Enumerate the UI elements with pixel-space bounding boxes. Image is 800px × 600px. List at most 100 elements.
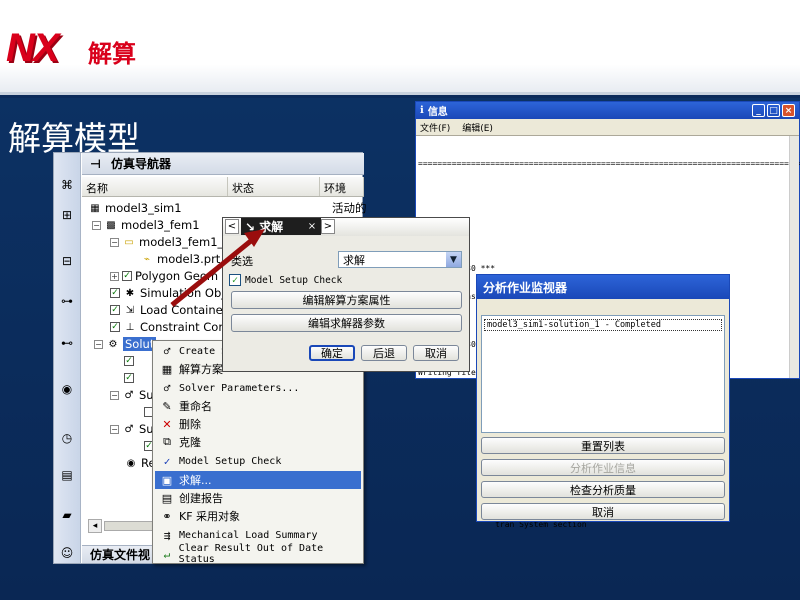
expander-icon[interactable]: − [92, 220, 101, 230]
tree-row-constraint[interactable]: ✓ ⊥ Constraint Cont [110, 319, 230, 335]
menu-edit[interactable]: 编辑(E) [462, 121, 493, 134]
visibility-checkbox[interactable]: ✓ [124, 373, 134, 383]
back-button[interactable]: 后退 [361, 345, 407, 361]
context-menu: ♂ Create Su ▦ 解算方案 ♂ Solver Parameters..… [152, 340, 364, 565]
solve-dialog: < ↘ 求解 × > 类选 求解 ▼ ✓ Model Setup Check 编… [222, 217, 470, 372]
check-icon: ✓ [163, 454, 171, 468]
tree-row-sub1[interactable]: ✓ [124, 353, 137, 369]
tool-icon-tree[interactable]: ⊟ [57, 251, 77, 271]
info-window-title: 信息 [427, 107, 448, 118]
solve-type-select[interactable]: 求解 ▼ [338, 251, 462, 268]
model-setup-checkbox[interactable]: ✓ [229, 274, 241, 286]
tree-label: Simulation Obje [140, 286, 232, 300]
tree-row-load[interactable]: ✓ ⇲ Load Container [110, 302, 227, 318]
cancel-button[interactable]: 取消 [413, 345, 459, 361]
tree-row-su1[interactable]: − ♂ Su [110, 387, 154, 403]
visibility-checkbox[interactable]: ✓ [124, 356, 134, 366]
close-icon[interactable]: × [305, 219, 319, 234]
edit-solver-button[interactable]: 编辑求解器参数 [231, 314, 462, 332]
menu-file[interactable]: 文件(F) [420, 121, 450, 134]
column-name[interactable]: 名称 [82, 177, 228, 196]
tree-row-results[interactable]: ◉ Re [124, 455, 156, 471]
maximize-icon[interactable]: □ [767, 104, 780, 117]
delete-icon: ✕ [162, 417, 172, 431]
expander-icon[interactable]: − [94, 339, 103, 349]
tool-icon-sim[interactable]: ⊷ [57, 333, 77, 353]
palette-icon[interactable]: ▤ [57, 465, 77, 485]
monitor-cancel-button[interactable]: 取消 [481, 503, 725, 520]
minimize-icon[interactable]: _ [752, 104, 765, 117]
solve-type-label: 类选 [231, 255, 253, 268]
tree-row-su2[interactable]: − ♂ Su [110, 421, 154, 437]
check-quality-button[interactable]: 检查分析质量 [481, 481, 725, 498]
menu-item-rename[interactable]: ✎ 重命名 [155, 397, 361, 415]
tree-row-sub2[interactable]: ✓ [124, 370, 137, 386]
tree-row-sim[interactable]: ▦ model3_sim1 活动的 [88, 200, 366, 216]
horizontal-scrollbar[interactable] [104, 521, 154, 531]
edit-solution-button[interactable]: 编辑解算方案属性 [231, 291, 462, 309]
monitor-titlebar[interactable]: 分析作业监视器 [477, 275, 729, 299]
menu-item-load-summary[interactable]: ⇶ Mechanical Load Summary [155, 526, 361, 544]
clear-status-icon: ↵ [163, 547, 171, 561]
pin-icon[interactable]: ⊣ [90, 157, 101, 171]
rename-icon: ✎ [162, 399, 172, 413]
tree-row-fem-i[interactable]: − ▭ model3_fem1_i [110, 234, 226, 250]
ok-button[interactable]: 确定 [309, 345, 355, 361]
menu-item-kf[interactable]: ⚭ KF 采用对象 [155, 507, 361, 525]
solution-icon: ⚙ [108, 338, 118, 350]
info-vertical-scrollbar[interactable] [789, 136, 799, 378]
globe-icon[interactable]: ◉ [57, 379, 77, 399]
menu-item-solver-params[interactable]: ♂ Solver Parameters... [155, 379, 361, 397]
rainbow-icon[interactable]: ▰ [57, 505, 77, 525]
menu-item-solve[interactable]: ▣ 求解... [155, 471, 361, 489]
tool-icon-constraint[interactable]: ⊞ [57, 205, 77, 225]
solve-titlebar[interactable]: < ↘ 求解 × > [223, 218, 469, 236]
info-titlebar[interactable]: ℹ 信息 _ □ × [416, 102, 799, 119]
tree-row-simobj[interactable]: ✓ ✱ Simulation Obje [110, 285, 232, 301]
tree-environment: 活动的 [332, 201, 367, 215]
visibility-checkbox[interactable]: ✓ [110, 288, 120, 298]
navigator-title-bar: ⊣ 仿真导航器 [82, 153, 364, 175]
scroll-left-icon[interactable]: ◂ [88, 519, 102, 533]
tree-label: Polygon Geom [135, 269, 219, 283]
analysis-job-monitor: 分析作业监视器 model3_sim1-solution_1 - Complet… [476, 274, 730, 522]
menu-item-clone[interactable]: ⧉ 克隆 [155, 433, 361, 451]
tree-label: model3.prt [157, 252, 221, 266]
menu-item-model-check[interactable]: ✓ Model Setup Check [155, 452, 361, 470]
job-info-button[interactable]: 分析作业信息 [481, 459, 725, 476]
expander-icon[interactable]: − [110, 424, 119, 434]
visibility-checkbox[interactable]: ✓ [122, 271, 132, 281]
solve-title: 求解 [259, 220, 284, 234]
solution-icon: ▦ [161, 362, 173, 376]
results-icon: ◉ [126, 457, 136, 469]
menu-item-report[interactable]: ▤ 创建报告 [155, 489, 361, 507]
chevron-down-icon[interactable]: ▼ [446, 252, 461, 267]
close-icon[interactable]: × [782, 104, 795, 117]
reset-list-button[interactable]: 重置列表 [481, 437, 725, 454]
visibility-checkbox[interactable]: ✓ [110, 322, 120, 332]
menu-item-delete[interactable]: ✕ 删除 [155, 415, 361, 433]
expander-icon[interactable]: − [110, 390, 119, 400]
nx-logo: NX [6, 26, 60, 70]
job-list-item[interactable]: model3_sim1-solution_1 - Completed [484, 319, 722, 331]
tool-icon-history[interactable]: ⊶ [57, 291, 77, 311]
next-arrow-icon[interactable]: > [321, 219, 335, 234]
column-environment[interactable]: 环境 [320, 177, 364, 196]
tree-row-polygon[interactable]: + ✓ Polygon Geom [110, 268, 218, 284]
tree-row-prt[interactable]: ⌁ model3.prt [140, 251, 220, 267]
job-list[interactable]: model3_sim1-solution_1 - Completed [481, 315, 725, 433]
column-status[interactable]: 状态 [228, 177, 320, 196]
previous-arrow-icon[interactable]: < [225, 219, 239, 234]
tree-row-fem[interactable]: − ▩ model3_fem1 [92, 217, 200, 233]
navigator-column-headers: 名称 状态 环境 [82, 177, 364, 197]
solver-params-icon: ♂ [163, 381, 171, 395]
clock-icon[interactable]: ◷ [57, 428, 77, 448]
visibility-checkbox[interactable]: ✓ [110, 305, 120, 315]
model-setup-check-row[interactable]: ✓ Model Setup Check [229, 274, 342, 286]
users-icon[interactable]: ☺ [57, 543, 77, 563]
tool-icon-assembly[interactable]: ⌘ [57, 175, 77, 195]
expander-icon[interactable]: + [110, 271, 119, 281]
expander-icon[interactable]: − [110, 237, 119, 247]
menu-item-clear-status[interactable]: ↵ Clear Result Out of Date Status [155, 543, 361, 565]
tree-row-solution[interactable]: − ⚙ Solut [94, 336, 157, 352]
